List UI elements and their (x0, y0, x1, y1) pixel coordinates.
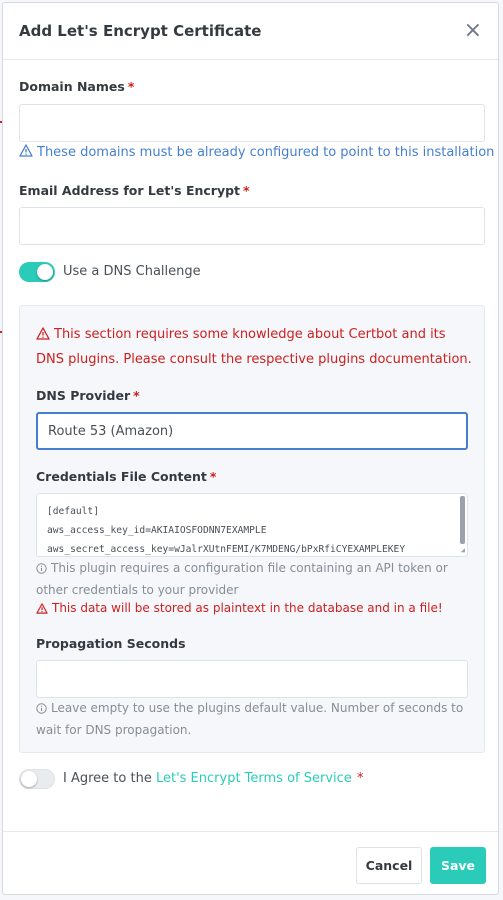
dns-warning-text: This section requires some knowledge abo… (36, 327, 472, 367)
propagation-info-text: Leave empty to use the plugins default v… (36, 701, 464, 737)
cancel-button[interactable]: Cancel (356, 847, 422, 884)
modal-title: Add Let's Encrypt Certificate (19, 22, 262, 40)
credentials-line: [default] (47, 506, 99, 517)
warning-triangle-icon (36, 603, 48, 617)
agree-prefix: I Agree to the (63, 771, 152, 786)
toggle-knob (21, 771, 37, 787)
dns-challenge-label: Use a DNS Challenge (63, 264, 201, 279)
toggle-knob (37, 264, 53, 280)
info-circle-icon (36, 700, 47, 720)
email-input[interactable] (19, 207, 485, 245)
credentials-line: aws_secret_access_key=wJalrXUtnFEMI/K7MD… (47, 544, 406, 555)
warning-triangle-icon (19, 144, 33, 161)
credentials-line: aws_access_key_id=AKIAIOSFODNN7EXAMPLE (47, 525, 267, 536)
required-marker: * (243, 183, 250, 198)
credentials-info: This plugin requires a configuration fil… (36, 558, 466, 600)
domain-names-hint: These domains must be already configured… (19, 144, 494, 161)
email-label-text: Email Address for Let's Encrypt (19, 183, 241, 198)
dns-provider-label-text: DNS Provider (36, 388, 131, 403)
save-button[interactable]: Save (430, 847, 486, 884)
modal-header: Add Let's Encrypt Certificate × (3, 3, 498, 60)
credentials-label-text: Credentials File Content (36, 469, 207, 484)
required-marker: * (127, 79, 135, 94)
required-marker: * (133, 388, 140, 403)
dns-provider-select[interactable]: Route 53 (Amazon) (36, 412, 468, 450)
credentials-info-text: This plugin requires a configuration fil… (36, 561, 448, 597)
required-marker: * (356, 771, 364, 786)
credentials-textarea[interactable]: [default] aws_access_key_id=AKIAIOSFODNN… (36, 493, 468, 557)
domain-names-input[interactable] (19, 104, 485, 142)
dns-provider-label: DNS Provider * (36, 388, 140, 403)
credentials-warning-text: This data will be stored as plaintext in… (52, 601, 443, 615)
warning-triangle-icon (36, 325, 50, 348)
required-marker: * (209, 469, 217, 484)
terms-of-service-link[interactable]: Let's Encrypt Terms of Service (156, 771, 352, 786)
propagation-info: Leave empty to use the plugins default v… (36, 698, 472, 740)
credentials-label: Credentials File Content * (36, 469, 216, 484)
modal-footer: Cancel Save (3, 831, 498, 894)
close-button[interactable]: × (464, 20, 482, 42)
propagation-label: Propagation Seconds (36, 636, 186, 651)
agree-terms-toggle[interactable] (19, 769, 55, 789)
agree-terms-label: I Agree to the Let's Encrypt Terms of Se… (63, 771, 363, 786)
dns-challenge-panel: This section requires some knowledge abo… (19, 305, 485, 753)
propagation-seconds-input[interactable] (36, 660, 468, 698)
dns-warning: This section requires some knowledge abo… (36, 323, 476, 371)
domain-names-label-text: Domain Names (19, 79, 125, 94)
certificate-modal: Add Let's Encrypt Certificate × Domain N… (2, 2, 499, 895)
email-label: Email Address for Let's Encrypt * (19, 183, 250, 198)
resize-grip-icon[interactable]: ◢ (461, 547, 465, 554)
dns-challenge-toggle[interactable] (19, 262, 55, 282)
domain-names-hint-text: These domains must be already configured… (37, 145, 495, 160)
textarea-scrollbar[interactable] (460, 496, 465, 544)
info-circle-icon (36, 560, 47, 580)
domain-names-label: Domain Names * (19, 79, 134, 94)
credentials-warning: This data will be stored as plaintext in… (36, 601, 443, 617)
